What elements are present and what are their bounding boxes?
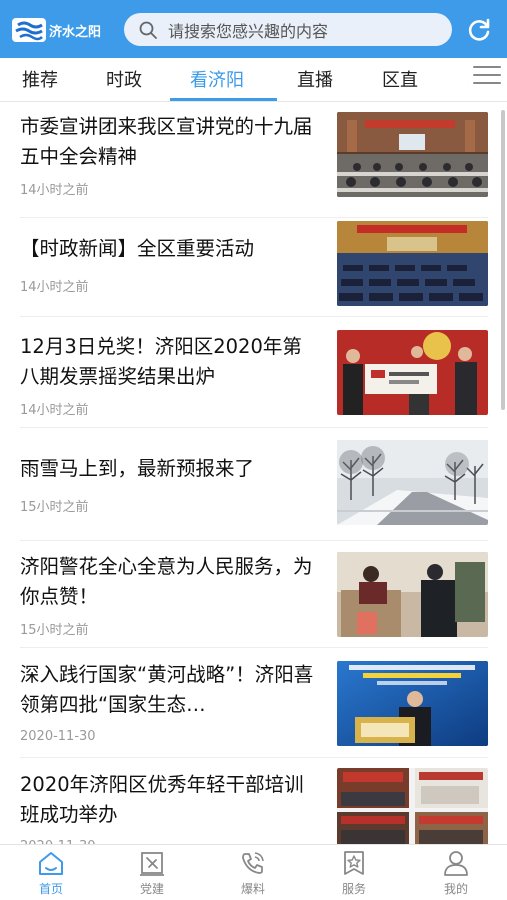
- news-title: 济阳警花全心全意为人民服务，为你点赞！: [20, 555, 313, 608]
- nav-service[interactable]: 服务: [314, 849, 394, 899]
- category-tabs: 推荐 时政 看济阳 直播 区直 乡: [0, 58, 507, 102]
- news-time: 14小时之前: [20, 183, 89, 198]
- news-item[interactable]: 12月3日兑奖！济阳区2020年第八期发票摇奖结果出炉 14小时之前: [0, 330, 507, 428]
- app-header: 济水之阳 请搜索您感兴趣的内容: [0, 0, 507, 58]
- refresh-icon[interactable]: [466, 17, 492, 43]
- news-time: 15小时之前: [20, 623, 89, 638]
- news-title: 雨雪马上到，最新预报来了: [20, 457, 255, 480]
- news-thumbnail: [337, 552, 488, 637]
- nav-party-building[interactable]: 党建: [112, 849, 192, 899]
- news-thumbnail: [337, 768, 488, 844]
- news-time: 2020-11-30: [20, 729, 96, 744]
- news-time: 15小时之前: [20, 500, 89, 515]
- search-bar[interactable]: 请搜索您感兴趣的内容: [124, 13, 452, 46]
- list-divider: [20, 647, 488, 648]
- news-title: 【时政新闻】全区重要活动: [20, 237, 255, 260]
- bottom-nav: 首页 党建 爆料 服务 我的: [0, 844, 507, 900]
- tab-politics[interactable]: 时政: [106, 66, 142, 92]
- logo-icon: [12, 18, 46, 42]
- tab-jiyang[interactable]: 看济阳: [190, 66, 244, 92]
- news-thumbnail: [337, 330, 488, 415]
- nav-report[interactable]: 爆料: [213, 849, 293, 899]
- list-divider: [20, 316, 488, 317]
- list-divider: [20, 217, 488, 218]
- nav-home[interactable]: 首页: [11, 849, 91, 899]
- list-divider: [20, 427, 488, 428]
- user-icon: [444, 851, 468, 876]
- news-thumbnail: [337, 661, 488, 746]
- nav-label-report: 爆料: [240, 882, 265, 896]
- phone-report-icon: [242, 852, 264, 874]
- search-icon: [139, 21, 157, 39]
- active-tab-indicator: [170, 98, 277, 101]
- news-item[interactable]: 市委宣讲团来我区宣讲党的十九届五中全会精神 14小时之前: [0, 112, 507, 218]
- news-title: 12月3日兑奖！济阳区2020年第八期发票摇奖结果出炉: [20, 335, 302, 388]
- logo-text: 济水之阳: [49, 24, 102, 40]
- nav-label-mine: 我的: [443, 882, 468, 896]
- tab-live[interactable]: 直播: [297, 66, 333, 92]
- menu-icon[interactable]: [473, 66, 501, 88]
- news-title: 市委宣讲团来我区宣讲党的十九届五中全会精神: [20, 115, 313, 168]
- news-thumbnail: [337, 440, 488, 525]
- news-item[interactable]: 深入践行国家“黄河战略”！济阳喜领第四批“国家生态… 2020-11-30: [0, 660, 507, 756]
- news-title: 2020年济阳区优秀年轻干部培训班成功举办: [20, 773, 304, 826]
- tab-recommend[interactable]: 推荐: [22, 66, 58, 92]
- list-divider: [20, 540, 488, 541]
- home-icon: [39, 852, 63, 875]
- news-list: 市委宣讲团来我区宣讲党的十九届五中全会精神 14小时之前 【时政新闻】全区重要活…: [0, 102, 507, 844]
- nav-label-service: 服务: [341, 882, 366, 896]
- list-scrollbar[interactable]: [501, 110, 505, 410]
- nav-label-party-building: 党建: [139, 882, 164, 896]
- news-item[interactable]: 济阳警花全心全意为人民服务，为你点赞！ 15小时之前: [0, 552, 507, 648]
- search-placeholder: 请搜索您感兴趣的内容: [168, 21, 329, 41]
- news-item[interactable]: 【时政新闻】全区重要活动 14小时之前: [0, 221, 507, 320]
- news-item[interactable]: 2020年济阳区优秀年轻干部培训班成功举办 2020-11-30: [0, 768, 507, 844]
- list-divider: [20, 757, 488, 758]
- news-item[interactable]: 雨雪马上到，最新预报来了 15小时之前: [0, 440, 507, 540]
- star-badge-icon: [344, 851, 364, 875]
- news-time: 14小时之前: [20, 280, 89, 295]
- party-building-icon: [140, 852, 164, 876]
- nav-label-home: 首页: [38, 882, 63, 896]
- app-logo[interactable]: 济水之阳: [12, 16, 110, 44]
- news-title: 深入践行国家“黄河战略”！济阳喜领第四批“国家生态…: [20, 663, 314, 716]
- news-thumbnail: [337, 112, 488, 197]
- news-time: 14小时之前: [20, 403, 89, 418]
- nav-mine[interactable]: 我的: [416, 849, 496, 899]
- tab-district[interactable]: 区直: [382, 66, 418, 92]
- news-thumbnail: [337, 221, 488, 306]
